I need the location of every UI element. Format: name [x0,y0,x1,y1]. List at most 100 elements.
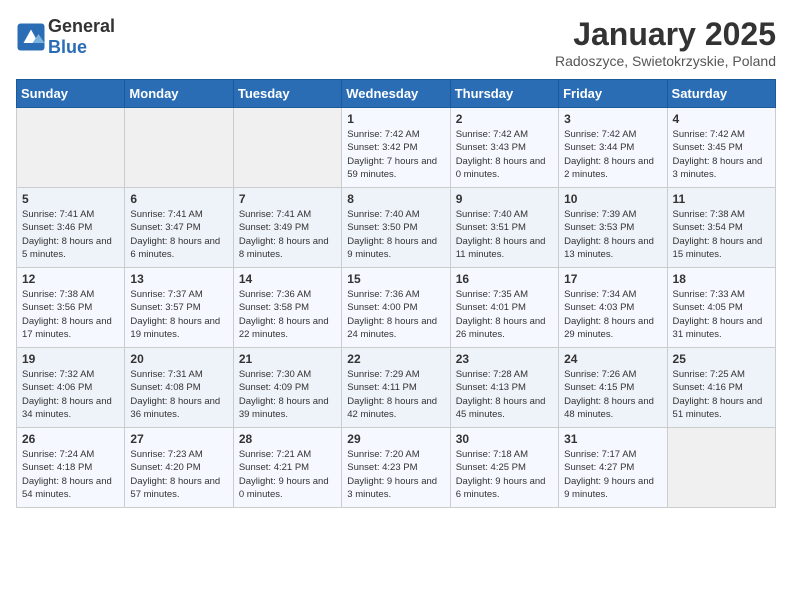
day-number: 25 [673,352,770,366]
cell-info: Sunrise: 7:30 AMSunset: 4:09 PMDaylight:… [239,368,336,421]
day-number: 29 [347,432,444,446]
cell-info: Sunrise: 7:17 AMSunset: 4:27 PMDaylight:… [564,448,661,501]
day-number: 14 [239,272,336,286]
calendar-cell: 31Sunrise: 7:17 AMSunset: 4:27 PMDayligh… [559,428,667,508]
cell-info: Sunrise: 7:24 AMSunset: 4:18 PMDaylight:… [22,448,119,501]
calendar-subtitle: Radoszyce, Swietokrzyskie, Poland [555,53,776,69]
day-number: 7 [239,192,336,206]
day-number: 11 [673,192,770,206]
day-number: 4 [673,112,770,126]
day-number: 22 [347,352,444,366]
calendar-cell: 25 Sunrise: 7:25 AMSunset: 4:16 PMDayligh… [667,348,775,428]
cell-info: Sunrise: 7:41 AMSunset: 3:49 PMDaylight:… [239,208,336,261]
cell-info: Sunrise: 7:23 AMSunset: 4:20 PMDaylight:… [130,448,227,501]
logo: General Blue [16,16,115,58]
logo-icon [16,22,46,52]
calendar-cell: 2 Sunrise: 7:42 AMSunset: 3:43 PMDaylight… [450,108,558,188]
day-number: 8 [347,192,444,206]
day-number: 12 [22,272,119,286]
calendar-week-row: 19Sunrise: 7:32 AMSunset: 4:06 PMDayligh… [17,348,776,428]
day-number: 23 [456,352,553,366]
day-number: 21 [239,352,336,366]
calendar-table: SundayMondayTuesdayWednesdayThursdayFrid… [16,79,776,508]
calendar-cell: 12 Sunrise: 7:38 AMSunset: 3:56 PMDayligh… [17,268,125,348]
calendar-body: 1Sunrise: 7:42 AMSunset: 3:42 PMDaylight… [17,108,776,508]
calendar-cell: 28 Sunrise: 7:21 AMSunset: 4:21 PMDayligh… [233,428,341,508]
day-number: 15 [347,272,444,286]
calendar-cell: 22 Sunrise: 7:29 AMSunset: 4:11 PMDayligh… [342,348,450,428]
cell-info: Sunrise: 7:29 AMSunset: 4:11 PMDaylight:… [347,368,444,421]
cell-info: Sunrise: 7:42 AMSunset: 3:43 PMDaylight:… [456,128,553,181]
weekday-header: Monday [125,80,233,108]
calendar-cell: 7 Sunrise: 7:41 AMSunset: 3:49 PMDaylight… [233,188,341,268]
cell-info: Sunrise: 7:39 AMSunset: 3:53 PMDaylight:… [564,208,661,261]
cell-info: Sunrise: 7:36 AMSunset: 4:00 PMDaylight:… [347,288,444,341]
calendar-week-row: 26 Sunrise: 7:24 AMSunset: 4:18 PMDayligh… [17,428,776,508]
calendar-header: SundayMondayTuesdayWednesdayThursdayFrid… [17,80,776,108]
cell-info: Sunrise: 7:35 AMSunset: 4:01 PMDaylight:… [456,288,553,341]
day-number: 1 [347,112,444,126]
calendar-cell: 16 Sunrise: 7:35 AMSunset: 4:01 PMDayligh… [450,268,558,348]
calendar-cell: 30 Sunrise: 7:18 AMSunset: 4:25 PMDayligh… [450,428,558,508]
cell-info: Sunrise: 7:37 AMSunset: 3:57 PMDaylight:… [130,288,227,341]
calendar-cell: 26 Sunrise: 7:24 AMSunset: 4:18 PMDayligh… [17,428,125,508]
calendar-cell: 9Sunrise: 7:40 AMSunset: 3:51 PMDaylight… [450,188,558,268]
calendar-cell: 1Sunrise: 7:42 AMSunset: 3:42 PMDaylight… [342,108,450,188]
day-number: 27 [130,432,227,446]
day-number: 28 [239,432,336,446]
calendar-cell [667,428,775,508]
logo-general: General [48,16,115,36]
weekday-header: Saturday [667,80,775,108]
calendar-cell [125,108,233,188]
calendar-cell: 3 Sunrise: 7:42 AMSunset: 3:44 PMDaylight… [559,108,667,188]
calendar-cell: 23Sunrise: 7:28 AMSunset: 4:13 PMDayligh… [450,348,558,428]
calendar-cell [17,108,125,188]
day-number: 2 [456,112,553,126]
calendar-cell: 24 Sunrise: 7:26 AMSunset: 4:15 PMDayligh… [559,348,667,428]
calendar-cell: 29 Sunrise: 7:20 AMSunset: 4:23 PMDayligh… [342,428,450,508]
cell-info: Sunrise: 7:36 AMSunset: 3:58 PMDaylight:… [239,288,336,341]
day-number: 18 [673,272,770,286]
cell-info: Sunrise: 7:42 AMSunset: 3:44 PMDaylight:… [564,128,661,181]
weekday-header: Friday [559,80,667,108]
weekday-header: Sunday [17,80,125,108]
calendar-cell: 18Sunrise: 7:33 AMSunset: 4:05 PMDayligh… [667,268,775,348]
cell-info: Sunrise: 7:38 AMSunset: 3:54 PMDaylight:… [673,208,770,261]
cell-info: Sunrise: 7:41 AMSunset: 3:46 PMDaylight:… [22,208,119,261]
day-number: 24 [564,352,661,366]
calendar-week-row: 12 Sunrise: 7:38 AMSunset: 3:56 PMDayligh… [17,268,776,348]
day-number: 17 [564,272,661,286]
cell-info: Sunrise: 7:26 AMSunset: 4:15 PMDaylight:… [564,368,661,421]
page-header: General Blue January 2025 Radoszyce, Swi… [16,16,776,69]
day-number: 30 [456,432,553,446]
day-number: 6 [130,192,227,206]
calendar-cell: 10Sunrise: 7:39 AMSunset: 3:53 PMDayligh… [559,188,667,268]
calendar-cell: 27 Sunrise: 7:23 AMSunset: 4:20 PMDayligh… [125,428,233,508]
cell-info: Sunrise: 7:20 AMSunset: 4:23 PMDaylight:… [347,448,444,501]
calendar-cell: 15 Sunrise: 7:36 AMSunset: 4:00 PMDayligh… [342,268,450,348]
day-number: 3 [564,112,661,126]
day-number: 5 [22,192,119,206]
calendar-cell: 14 Sunrise: 7:36 AMSunset: 3:58 PMDayligh… [233,268,341,348]
day-number: 13 [130,272,227,286]
weekday-header: Wednesday [342,80,450,108]
calendar-week-row: 5 Sunrise: 7:41 AMSunset: 3:46 PMDaylight… [17,188,776,268]
cell-info: Sunrise: 7:21 AMSunset: 4:21 PMDaylight:… [239,448,336,501]
weekday-header: Thursday [450,80,558,108]
day-number: 16 [456,272,553,286]
calendar-week-row: 1Sunrise: 7:42 AMSunset: 3:42 PMDaylight… [17,108,776,188]
cell-info: Sunrise: 7:40 AMSunset: 3:51 PMDaylight:… [456,208,553,261]
calendar-cell: 19Sunrise: 7:32 AMSunset: 4:06 PMDayligh… [17,348,125,428]
cell-info: Sunrise: 7:18 AMSunset: 4:25 PMDaylight:… [456,448,553,501]
calendar-cell: 6Sunrise: 7:41 AMSunset: 3:47 PMDaylight… [125,188,233,268]
calendar-cell: 13 Sunrise: 7:37 AMSunset: 3:57 PMDayligh… [125,268,233,348]
title-block: January 2025 Radoszyce, Swietokrzyskie, … [555,16,776,69]
cell-info: Sunrise: 7:25 AMSunset: 4:16 PMDaylight:… [673,368,770,421]
cell-info: Sunrise: 7:32 AMSunset: 4:06 PMDaylight:… [22,368,119,421]
calendar-cell [233,108,341,188]
logo-blue: Blue [48,37,87,57]
calendar-title: January 2025 [555,16,776,53]
calendar-cell: 8Sunrise: 7:40 AMSunset: 3:50 PMDaylight… [342,188,450,268]
cell-info: Sunrise: 7:38 AMSunset: 3:56 PMDaylight:… [22,288,119,341]
day-number: 26 [22,432,119,446]
